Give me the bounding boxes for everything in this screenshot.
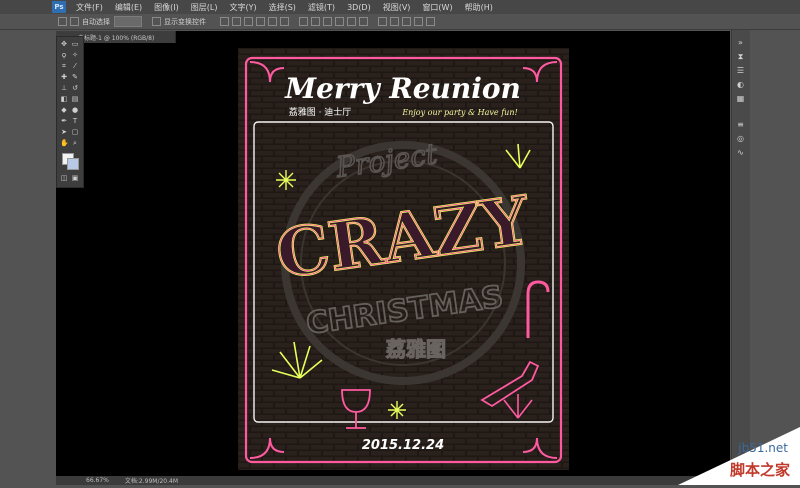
- poster-date: 2015.12.24: [362, 438, 444, 453]
- layer-select-dropdown[interactable]: [114, 16, 142, 27]
- document-tab-title: 未标题-1 @ 100% (RGB/8): [78, 34, 155, 42]
- type-tool-icon[interactable]: T: [71, 117, 79, 125]
- watermark-svg: jb51.net 脚本之家: [678, 427, 800, 485]
- crop-tool-icon[interactable]: ⌗: [60, 62, 68, 70]
- poster-subtitle-cn: 荔雅图 · 迪士厅: [289, 106, 352, 118]
- zoom-tool-icon[interactable]: ⌕: [71, 139, 79, 147]
- dodge-tool-icon[interactable]: ●: [71, 106, 79, 114]
- move-tool-icon[interactable]: [58, 17, 67, 26]
- 3d-scale-icon[interactable]: [426, 17, 435, 26]
- marquee-tool-icon[interactable]: ▭: [71, 40, 79, 48]
- align-top-icon[interactable]: [220, 17, 229, 26]
- distribute-left-icon[interactable]: [335, 17, 344, 26]
- poster-title: Merry Reunion: [284, 72, 521, 105]
- distribute-center-icon[interactable]: [347, 17, 356, 26]
- align-middle-icon[interactable]: [232, 17, 241, 26]
- background-color-swatch[interactable]: [67, 158, 79, 170]
- layers-panel-icon[interactable]: ≡: [736, 120, 745, 129]
- hand-tool-icon[interactable]: ✋: [60, 139, 69, 147]
- poster-tagline: Enjoy our party & Have fun!: [401, 108, 517, 117]
- styles-panel-icon[interactable]: ▦: [736, 94, 745, 103]
- menu-bar: Ps 文件(F) 编辑(E) 图像(I) 图层(L) 文字(Y) 选择(S) 滤…: [0, 0, 800, 14]
- menu-3d[interactable]: 3D(D): [341, 3, 377, 12]
- shape-tool-icon[interactable]: ▢: [71, 128, 79, 136]
- eyedropper-tool-icon[interactable]: ⁄: [71, 62, 79, 70]
- align-bottom-icon[interactable]: [244, 17, 253, 26]
- menu-select[interactable]: 选择(S): [263, 2, 302, 13]
- 3d-roll-icon[interactable]: [390, 17, 399, 26]
- quick-mask-icon[interactable]: ◫: [60, 174, 68, 182]
- paths-panel-icon[interactable]: ∿: [736, 148, 745, 157]
- path-selection-tool-icon[interactable]: ➤: [60, 128, 68, 136]
- site-watermark: jb51.net 脚本之家: [658, 419, 800, 485]
- 3d-rotate-icon[interactable]: [378, 17, 387, 26]
- photoshop-logo-icon: Ps: [52, 1, 66, 13]
- menu-view[interactable]: 视图(V): [377, 2, 417, 13]
- lasso-tool-icon[interactable]: ϙ: [60, 51, 68, 59]
- channels-panel-icon[interactable]: ◎: [736, 134, 745, 143]
- zoom-level[interactable]: 66.67%: [86, 477, 109, 484]
- clone-stamp-tool-icon[interactable]: ⊥: [60, 84, 68, 92]
- transform-label: 显示变换控件: [164, 17, 206, 26]
- pen-tool-icon[interactable]: ✒: [60, 117, 68, 125]
- menu-type[interactable]: 文字(Y): [223, 2, 262, 13]
- history-panel-icon[interactable]: ⧗: [736, 52, 745, 61]
- eraser-tool-icon[interactable]: ◧: [60, 95, 68, 103]
- history-brush-tool-icon[interactable]: ↺: [71, 84, 79, 92]
- healing-brush-tool-icon[interactable]: ✚: [60, 73, 68, 81]
- 3d-slide-icon[interactable]: [414, 17, 423, 26]
- align-center-icon[interactable]: [268, 17, 277, 26]
- poster-artwork: Merry Reunion 荔雅图 · 迪士厅 Enjoy our party …: [238, 48, 569, 470]
- auto-select-checkbox[interactable]: [70, 17, 79, 26]
- menu-filter[interactable]: 滤镜(T): [302, 2, 341, 13]
- menu-help[interactable]: 帮助(H): [459, 2, 499, 13]
- distribute-bottom-icon[interactable]: [323, 17, 332, 26]
- align-left-icon[interactable]: [256, 17, 265, 26]
- magic-wand-tool-icon[interactable]: ✧: [71, 51, 79, 59]
- watermark-site: jb51.net: [737, 441, 788, 455]
- screen-mode-icon[interactable]: ▣: [71, 174, 79, 182]
- watermark-name: 脚本之家: [730, 461, 790, 479]
- menu-edit[interactable]: 编辑(E): [109, 2, 148, 13]
- 3d-pan-icon[interactable]: [402, 17, 411, 26]
- distribute-right-icon[interactable]: [359, 17, 368, 26]
- status-bar: 66.67% 文档:2.99M/20.4M: [56, 476, 730, 485]
- move-tool-icon[interactable]: ✥: [60, 40, 68, 48]
- tools-panel: ✥ ▭ ϙ ✧ ⌗ ⁄ ✚ ✎ ⊥ ↺ ◧ ▤ ◆ ● ✒ T ➤ ▢ ✋ ⌕ …: [56, 36, 84, 188]
- menu-window[interactable]: 窗口(W): [416, 2, 458, 13]
- menu-file[interactable]: 文件(F): [70, 2, 109, 13]
- poster-svg: Merry Reunion 荔雅图 · 迪士厅 Enjoy our party …: [238, 48, 569, 470]
- auto-select-label: 自动选择: [82, 17, 110, 26]
- brush-tool-icon[interactable]: ✎: [71, 73, 79, 81]
- snowflake-icon: [276, 170, 296, 190]
- distribute-top-icon[interactable]: [299, 17, 308, 26]
- panel-collapse-icon[interactable]: »: [736, 38, 745, 47]
- distribute-middle-icon[interactable]: [311, 17, 320, 26]
- gradient-tool-icon[interactable]: ▤: [71, 95, 79, 103]
- align-right-icon[interactable]: [280, 17, 289, 26]
- right-panel-dock: » ⧗ ☰ ◐ ▦ ≡ ◎ ∿: [731, 30, 750, 485]
- options-bar: 自动选择 显示变换控件: [0, 14, 800, 30]
- poster-stamp-cn: 荔雅图: [386, 337, 446, 361]
- document-size: 文档:2.99M/20.4M: [124, 478, 179, 485]
- blur-tool-icon[interactable]: ◆: [60, 106, 68, 114]
- properties-panel-icon[interactable]: ☰: [736, 66, 745, 75]
- transform-checkbox[interactable]: [152, 17, 161, 26]
- menu-layer[interactable]: 图层(L): [185, 2, 224, 13]
- menu-image[interactable]: 图像(I): [148, 2, 185, 13]
- adjustments-panel-icon[interactable]: ◐: [736, 80, 745, 89]
